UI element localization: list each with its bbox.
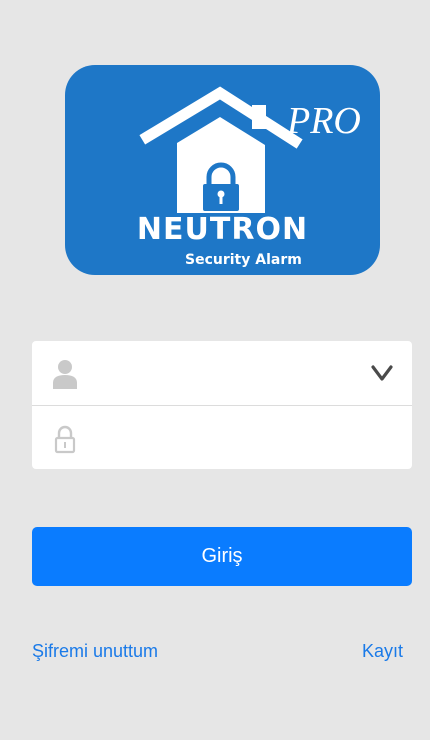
logo-brand: NEUTRON	[136, 212, 309, 247]
forgot-password-link[interactable]: Şifremi unuttum	[32, 640, 158, 662]
register-link[interactable]: Kayıt	[362, 640, 403, 662]
password-row	[32, 405, 412, 469]
app-logo: PRO NEUTRON Security Alarm	[65, 65, 380, 275]
logo-edition: PRO	[287, 100, 361, 142]
logo-tagline: Security Alarm	[185, 252, 302, 268]
login-screen: PRO NEUTRON Security Alarm Giriş Şifremi…	[0, 0, 430, 740]
password-field[interactable]	[92, 418, 366, 460]
chevron-down-icon[interactable]	[370, 363, 394, 383]
username-field[interactable]	[92, 353, 366, 395]
login-form	[32, 341, 412, 469]
username-row	[32, 341, 412, 405]
login-button[interactable]: Giriş	[32, 527, 412, 586]
lock-icon	[54, 425, 76, 454]
user-icon	[53, 360, 77, 389]
